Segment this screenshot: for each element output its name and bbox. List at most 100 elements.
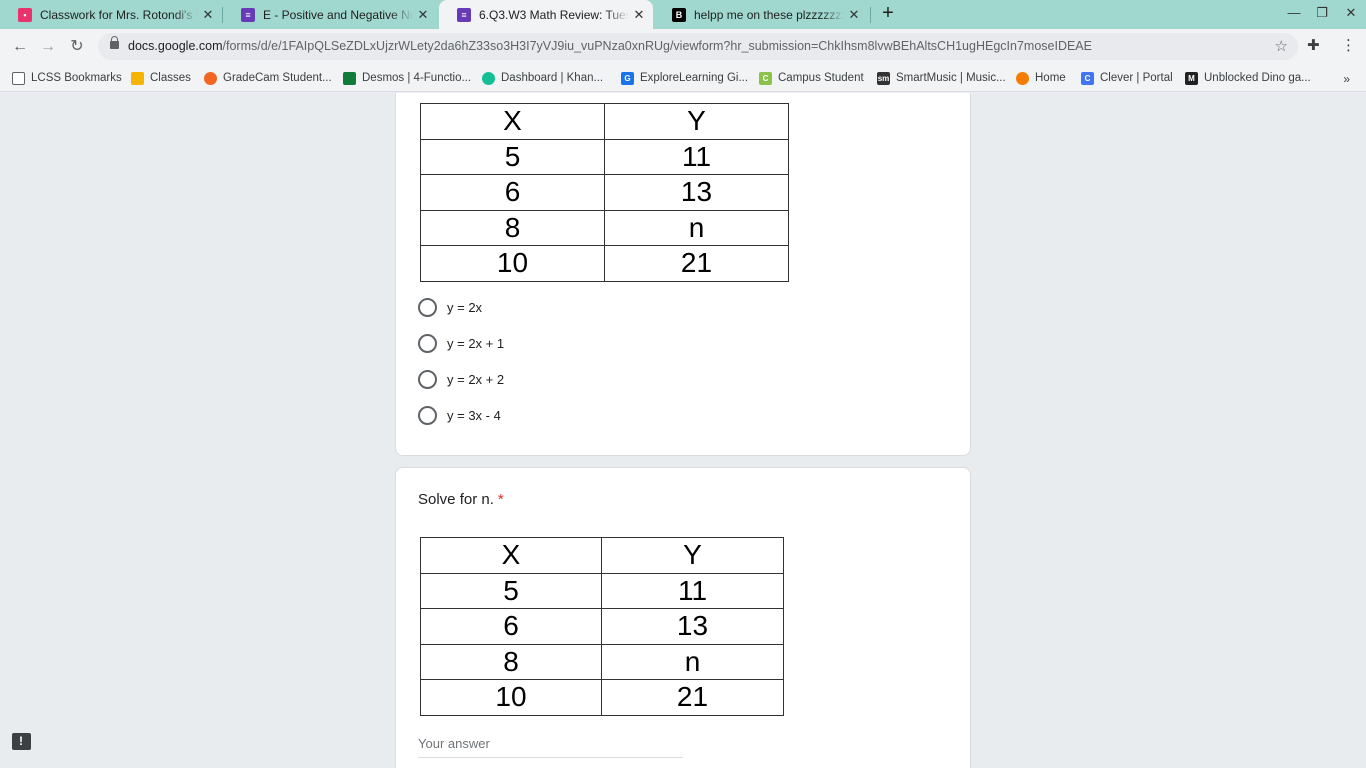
khan-icon [482, 71, 495, 85]
radio-option[interactable]: y = 2x + 1 [418, 334, 504, 353]
radio-button[interactable] [418, 406, 437, 425]
tab-math-review[interactable]: ≡ 6.Q3.W3 Math Review: Tuesday ✕ [439, 0, 653, 29]
forms-icon: ≡ [241, 7, 255, 22]
table-cell: 10 [420, 679, 602, 716]
table-header-y: Y [604, 103, 789, 140]
table-row: 6 13 [420, 608, 784, 645]
tab-classwork[interactable]: ▪ Classwork for Mrs. Rotondi's 5th ✕ [0, 0, 222, 29]
tab-title: E - Positive and Negative Numbers [263, 7, 413, 22]
close-icon[interactable]: ✕ [198, 7, 218, 23]
table-row: 10 21 [420, 679, 784, 716]
table-cell: 21 [601, 679, 784, 716]
tab-brainly[interactable]: B helpp me on these plzzzzzzzz tysm ✕ [654, 0, 868, 29]
table-cell: 21 [604, 245, 789, 282]
table-row: 5 11 [420, 138, 789, 175]
table-header-y: Y [601, 537, 784, 574]
table-row: 6 13 [420, 174, 789, 211]
gradecam-icon [204, 71, 217, 85]
extensions-icon[interactable]: ✚ [1307, 36, 1320, 54]
classroom-icon: ▪ [18, 7, 32, 22]
table-row: 8n [420, 209, 789, 246]
table-cell: 8 [420, 643, 602, 680]
option-label: y = 3x - 4 [447, 408, 501, 423]
form-page: X Y 5 11 6 13 8n 10 21 y = 2x y = 2x + 1 y … [0, 93, 1366, 768]
table-cell: 11 [601, 572, 784, 609]
bookmark-classes[interactable]: Classes [131, 69, 191, 87]
classroom-icon [131, 71, 144, 85]
bookmark-desmos[interactable]: Desmos | 4-Functio... [343, 69, 471, 87]
table-row: 5 11 [420, 572, 784, 609]
data-table: X Y 5 11 6 13 8n 10 21 [420, 103, 789, 282]
tab-separator [870, 7, 871, 23]
question-card-2: Solve for n. * X Y 5 11 6 13 8n 10 21 Your a… [395, 467, 971, 768]
chevron-right-icon[interactable]: » [1343, 72, 1350, 86]
star-icon[interactable]: ☆ [1275, 37, 1288, 55]
bookmark-khan[interactable]: Dashboard | Khan... [482, 69, 603, 87]
radio-button[interactable] [418, 298, 437, 317]
table-cell: 10 [420, 245, 605, 282]
bookmark-clever[interactable]: C Clever | Portal [1081, 69, 1173, 87]
menu-icon[interactable]: ⋮ [1341, 36, 1356, 54]
radio-option[interactable]: y = 2x + 2 [418, 370, 504, 389]
table-cell: 5 [420, 138, 605, 175]
radio-button[interactable] [418, 334, 437, 353]
table-cell: 13 [601, 608, 784, 645]
table-row: 10 21 [420, 245, 789, 282]
campus-icon: C [759, 71, 772, 85]
table-cell: 5 [420, 572, 602, 609]
tab-title: Classwork for Mrs. Rotondi's 5th [40, 7, 198, 22]
table-cell: 6 [420, 608, 602, 645]
gizmos-icon: G [621, 71, 634, 85]
table-cell: 11 [604, 138, 789, 175]
table-header-row: X Y [420, 103, 789, 140]
data-table: X Y 5 11 6 13 8n 10 21 [420, 537, 784, 716]
clever-icon: C [1081, 71, 1094, 85]
feedback-icon[interactable] [12, 733, 31, 750]
brainly-icon: B [672, 7, 686, 22]
bookmark-gradecam[interactable]: GradeCam Student... [204, 69, 332, 87]
bookmark-explorelearning[interactable]: G ExploreLearning Gi... [621, 69, 748, 87]
close-icon[interactable]: ✕ [844, 7, 864, 23]
reload-icon[interactable]: ↻ [66, 36, 88, 58]
tab-title: 6.Q3.W3 Math Review: Tuesday [479, 7, 629, 22]
table-cell: 8 [420, 209, 605, 246]
option-label: y = 2x [447, 300, 483, 315]
option-label: y = 2x + 1 [447, 336, 505, 351]
home-icon [1016, 71, 1029, 85]
option-label: y = 2x + 2 [447, 372, 505, 387]
table-header-x: X [420, 103, 605, 140]
bookmark-dino[interactable]: M Unblocked Dino ga... [1185, 69, 1311, 87]
dino-icon: M [1185, 71, 1198, 85]
close-window-icon[interactable]: ✕ [1341, 5, 1361, 23]
tab-strip: ▪ Classwork for Mrs. Rotondi's 5th ✕ ≡ E… [0, 0, 1366, 29]
table-cell: n [601, 643, 784, 680]
new-tab-button[interactable]: + [876, 2, 900, 26]
restore-icon[interactable]: ❐ [1312, 5, 1332, 23]
minimize-icon[interactable]: — [1284, 5, 1304, 23]
url-text[interactable]: docs.google.com/forms/d/e/1FAIpQLSeZDLxU… [128, 39, 1092, 53]
forward-icon[interactable]: → [37, 36, 59, 58]
desmos-icon [343, 71, 356, 85]
bookmark-smartmusic[interactable]: sm SmartMusic | Music... [877, 69, 1006, 87]
address-bar[interactable]: docs.google.com/forms/d/e/1FAIpQLSeZDLxU… [98, 33, 1298, 60]
radio-button[interactable] [418, 370, 437, 389]
browser-toolbar: ← → ↻ docs.google.com/forms/d/e/1FAIpQLS… [0, 29, 1366, 64]
bookmark-lcss[interactable]: LCSS Bookmarks [12, 69, 122, 87]
radio-option[interactable]: y = 3x - 4 [418, 406, 501, 425]
table-row: 8n [420, 643, 784, 680]
bookmarks-bar: LCSS Bookmarks Classes GradeCam Student.… [0, 64, 1366, 92]
radio-option[interactable]: y = 2x [418, 298, 482, 317]
answer-input[interactable]: Your answer [418, 736, 683, 758]
bookmark-campus[interactable]: C Campus Student [759, 69, 864, 87]
table-cell: 13 [604, 174, 789, 211]
forms-icon: ≡ [457, 7, 471, 22]
question-card-1: X Y 5 11 6 13 8n 10 21 y = 2x y = 2x + 1 y … [395, 93, 971, 456]
table-cell: 6 [420, 174, 605, 211]
bookmark-home[interactable]: Home [1016, 69, 1066, 87]
tab-title: helpp me on these plzzzzzzzz tysm [694, 7, 844, 22]
table-header-row: X Y [420, 537, 784, 574]
close-icon[interactable]: ✕ [413, 7, 433, 23]
back-icon[interactable]: ← [9, 36, 31, 58]
tab-positive-negative[interactable]: ≡ E - Positive and Negative Numbers ✕ [223, 0, 437, 29]
close-icon[interactable]: ✕ [629, 7, 649, 23]
